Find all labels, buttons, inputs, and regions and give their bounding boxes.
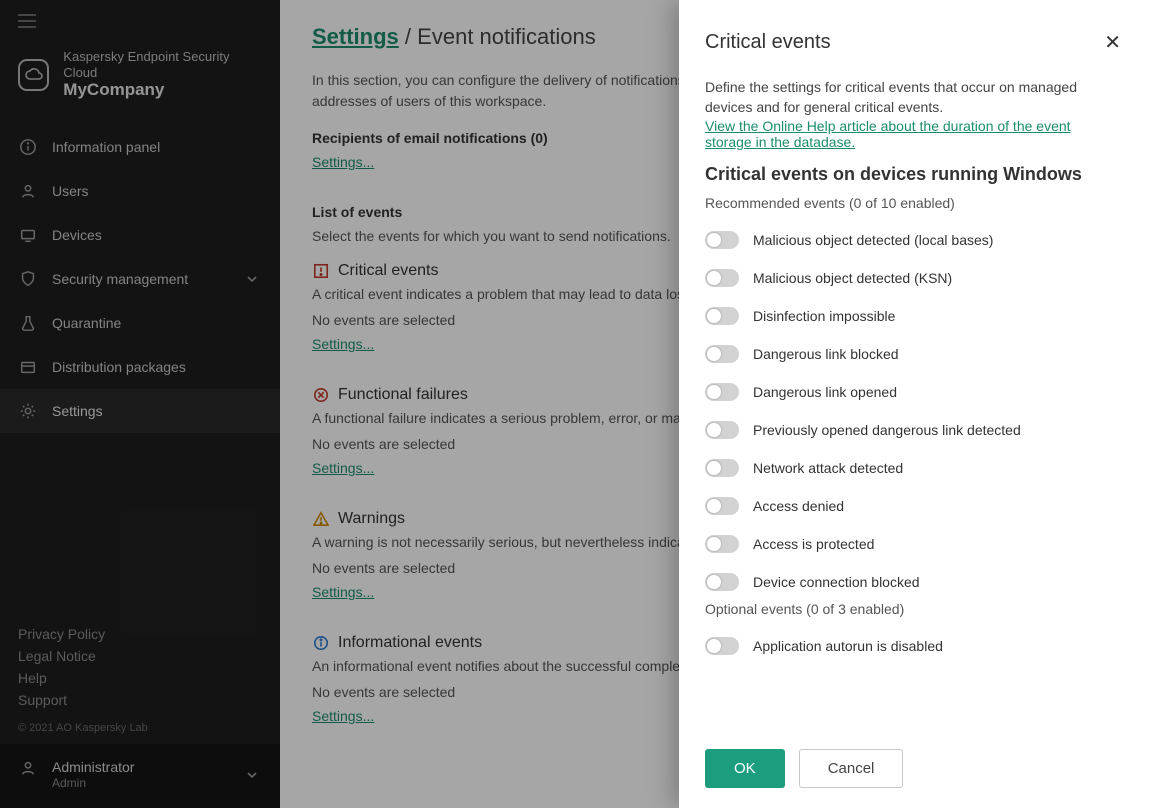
toggle-prev-dangerous-link[interactable]: Previously opened dangerous link detecte… — [705, 411, 1115, 449]
cancel-button[interactable]: Cancel — [799, 749, 904, 788]
toggle-label: Application autorun is disabled — [753, 638, 943, 654]
toggle-label: Access is protected — [753, 536, 874, 552]
ok-button[interactable]: OK — [705, 749, 785, 788]
panel-subheading: Critical events on devices running Windo… — [705, 164, 1115, 185]
toggle-label: Device connection blocked — [753, 574, 920, 590]
toggle-switch[interactable] — [705, 573, 739, 591]
toggle-switch[interactable] — [705, 535, 739, 553]
toggle-label: Malicious object detected (local bases) — [753, 232, 993, 248]
toggle-access-protected[interactable]: Access is protected — [705, 525, 1115, 563]
recommended-counter: Recommended events (0 of 10 enabled) — [705, 195, 1115, 211]
close-icon[interactable]: ✕ — [1100, 26, 1125, 59]
toggle-switch[interactable] — [705, 345, 739, 363]
toggle-disinfection-impossible[interactable]: Disinfection impossible — [705, 297, 1115, 335]
toggle-malicious-local[interactable]: Malicious object detected (local bases) — [705, 221, 1115, 259]
toggle-device-connection-blocked[interactable]: Device connection blocked — [705, 563, 1115, 601]
toggle-switch[interactable] — [705, 497, 739, 515]
toggle-access-denied[interactable]: Access denied — [705, 487, 1115, 525]
toggle-label: Network attack detected — [753, 460, 903, 476]
critical-events-panel: Critical events ✕ Define the settings fo… — [679, 0, 1151, 808]
toggle-label: Access denied — [753, 498, 844, 514]
toggle-switch[interactable] — [705, 637, 739, 655]
toggle-label: Malicious object detected (KSN) — [753, 270, 952, 286]
panel-help-link[interactable]: View the Online Help article about the d… — [705, 118, 1071, 150]
toggle-switch[interactable] — [705, 421, 739, 439]
panel-title: Critical events — [705, 31, 831, 54]
toggle-switch[interactable] — [705, 269, 739, 287]
panel-desc: Define the settings for critical events … — [705, 77, 1115, 118]
panel-scroll[interactable]: Define the settings for critical events … — [705, 77, 1125, 730]
panel-actions: OK Cancel — [705, 730, 1125, 788]
toggle-label: Dangerous link opened — [753, 384, 897, 400]
toggle-network-attack[interactable]: Network attack detected — [705, 449, 1115, 487]
toggle-switch[interactable] — [705, 231, 739, 249]
toggle-label: Disinfection impossible — [753, 308, 895, 324]
toggle-label: Previously opened dangerous link detecte… — [753, 422, 1021, 438]
toggle-label: Dangerous link blocked — [753, 346, 899, 362]
toggle-autorun-disabled[interactable]: Application autorun is disabled — [705, 627, 1115, 665]
optional-counter: Optional events (0 of 3 enabled) — [705, 601, 1115, 617]
toggle-switch[interactable] — [705, 307, 739, 325]
toggle-switch[interactable] — [705, 459, 739, 477]
toggle-dangerous-link-blocked[interactable]: Dangerous link blocked — [705, 335, 1115, 373]
toggle-dangerous-link-opened[interactable]: Dangerous link opened — [705, 373, 1115, 411]
toggle-switch[interactable] — [705, 383, 739, 401]
toggle-malicious-ksn[interactable]: Malicious object detected (KSN) — [705, 259, 1115, 297]
